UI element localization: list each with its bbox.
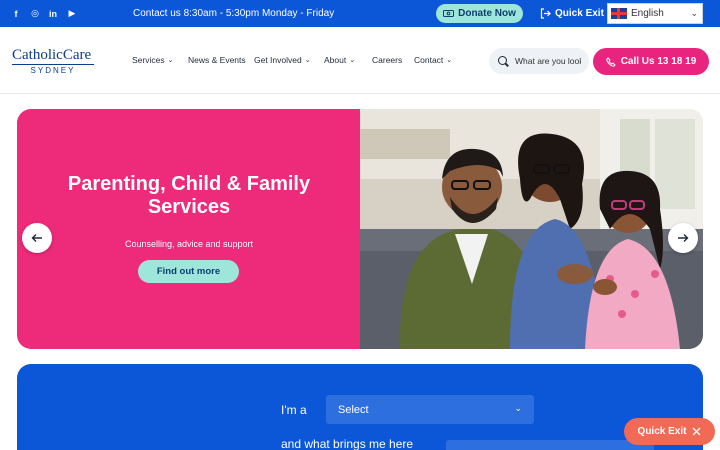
search-box [489, 48, 589, 74]
hero-carousel: Parenting, Child & Family Services Couns… [17, 109, 703, 349]
phone-icon [605, 56, 616, 67]
search-input[interactable] [515, 56, 581, 66]
call-us-button[interactable]: Call Us 13 18 19 [593, 48, 709, 75]
carousel-next-button[interactable] [668, 223, 698, 253]
find-out-more-button[interactable]: Find out more [138, 260, 239, 283]
quick-exit-float-button[interactable]: Quick Exit [624, 418, 715, 445]
nav-label: Careers [372, 55, 403, 65]
chevron-down-icon: ⌄ [690, 8, 698, 18]
chevron-down-icon: ⌄ [349, 57, 356, 64]
nav-item-get-involved[interactable]: Get Involved ⌄ [254, 55, 311, 65]
finder-select-reason[interactable] [446, 440, 654, 450]
nav-label: About [324, 55, 347, 65]
linkedin-icon[interactable]: in [47, 0, 59, 27]
quick-exit-float-label: Quick Exit [637, 426, 687, 437]
hero-title: Parenting, Child & Family Services [67, 173, 311, 218]
nav-item-careers[interactable]: Careers [372, 55, 402, 65]
nav-label: Get Involved [254, 55, 302, 65]
finder-label-reason: and what brings me here [281, 437, 414, 450]
nav-item-services[interactable]: Services ⌄ [132, 55, 173, 65]
family-photo [360, 109, 703, 349]
finder-select-role[interactable]: Select ⌄ [326, 395, 534, 424]
finder-label-im-a: I'm a [281, 403, 307, 417]
nav-label: News & Events [188, 55, 246, 65]
site-header: CatholicCare SYDNEY Services ⌄ News & Ev… [0, 27, 720, 94]
finder-select-value: Select [338, 403, 369, 416]
quick-exit-top-label: Quick Exit [555, 8, 604, 19]
logo-divider [12, 64, 94, 65]
hero-subtitle: Counselling, advice and support [124, 239, 254, 249]
chevron-down-icon: ⌄ [167, 57, 174, 64]
nav-item-news-events[interactable]: News & Events [188, 55, 246, 65]
search-icon[interactable] [498, 55, 509, 67]
exit-icon [540, 8, 551, 19]
chevron-down-icon: ⌄ [304, 57, 311, 64]
money-icon [443, 10, 455, 17]
logo-main-text: CatholicCare [12, 47, 92, 63]
donate-button[interactable]: Donate Now [436, 4, 523, 23]
arrow-right-icon [678, 234, 689, 242]
site-logo[interactable]: CatholicCare SYDNEY [12, 48, 94, 75]
nav-item-contact[interactable]: Contact ⌄ [414, 55, 452, 65]
carousel-prev-button[interactable] [22, 223, 52, 253]
nav-label: Services [132, 55, 165, 65]
instagram-icon[interactable]: ◎ [29, 0, 41, 27]
nav-label: Contact [414, 55, 444, 65]
top-bar: f ◎ in ▶ Contact us 8:30am - 5:30pm Mond… [0, 0, 720, 27]
uk-flag-icon [611, 8, 627, 19]
donate-label: Donate Now [458, 8, 516, 19]
contact-hours-text: Contact us 8:30am - 5:30pm Monday - Frid… [133, 8, 335, 19]
chevron-down-icon: ⌄ [446, 57, 453, 64]
quick-exit-top-button[interactable]: Quick Exit [540, 4, 604, 23]
facebook-icon[interactable]: f [11, 0, 21, 27]
arrow-left-icon [31, 234, 42, 242]
chevron-down-icon: ⌄ [514, 403, 522, 413]
family-photo-illustration [360, 109, 703, 349]
language-select[interactable]: English ⌄ [607, 3, 703, 24]
hero-text-panel: Parenting, Child & Family Services Couns… [17, 109, 360, 349]
nav-item-about[interactable]: About ⌄ [324, 55, 355, 65]
service-finder: I'm a Select ⌄ and what brings me here [17, 364, 703, 450]
logo-sub-text: SYDNEY [30, 66, 76, 75]
call-us-label: Call Us 13 18 19 [620, 56, 697, 67]
youtube-icon[interactable]: ▶ [66, 0, 78, 27]
close-icon [692, 427, 701, 436]
language-value: English [631, 8, 664, 19]
